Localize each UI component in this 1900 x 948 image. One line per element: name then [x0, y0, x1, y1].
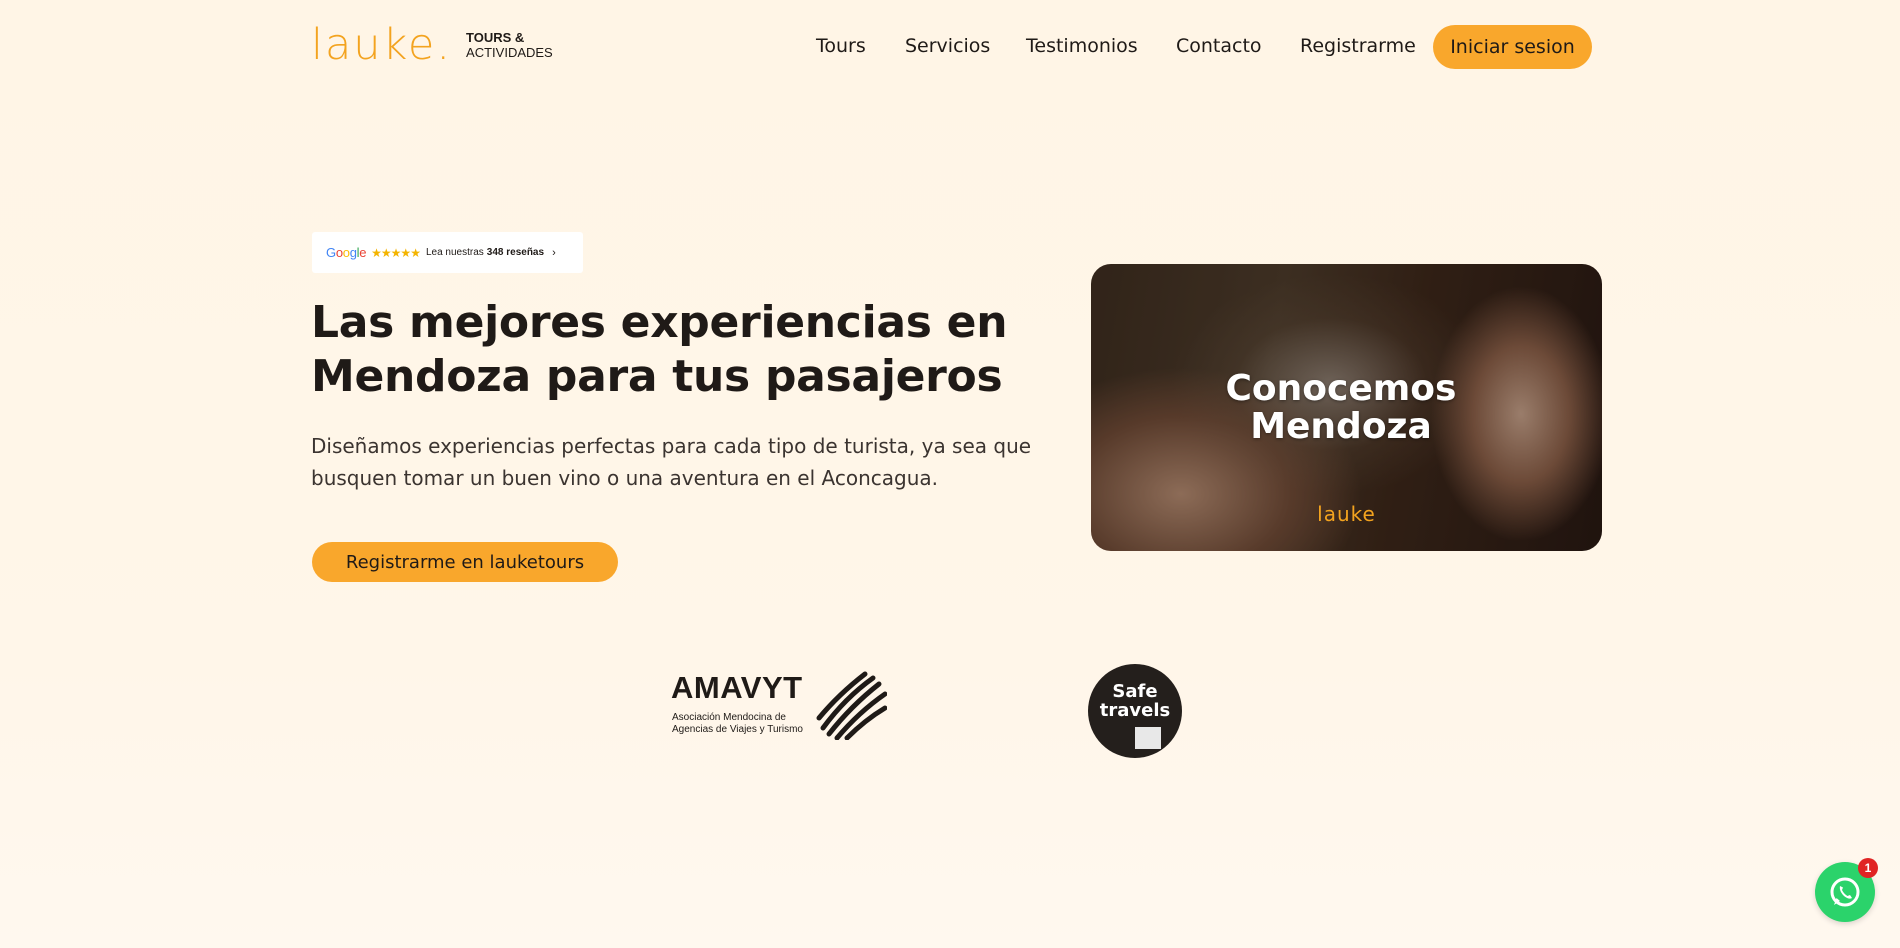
hero-subtitle: Diseñamos experiencias perfectas para ca…: [311, 434, 1032, 490]
amavyt-emblem-icon: [816, 671, 887, 740]
hero-title: Las mejores experiencias en Mendoza para…: [311, 297, 1008, 402]
logo-tagline: TOURS & ACTIVIDADES: [466, 30, 553, 60]
amavyt-logo: AMAVYT Asociación Mendocina de Agencias …: [671, 670, 891, 740]
safe-travels-line2: travels: [1099, 700, 1171, 721]
amavyt-name: AMAVYT: [671, 670, 803, 705]
nav-link-tours[interactable]: Tours: [816, 35, 866, 57]
logo-wordmark: lauke.: [311, 20, 453, 70]
video-logo: lauke: [1317, 502, 1376, 526]
logo-tagline-line2: ACTIVIDADES: [466, 45, 553, 60]
google-reviews-badge[interactable]: Google ★★★★★ Lea nuestras 348 reseñas ›: [312, 232, 583, 273]
whatsapp-icon: [1830, 877, 1860, 907]
nav-link-servicios[interactable]: Servicios: [905, 35, 990, 57]
google-logo: Google: [326, 245, 367, 260]
wttc-stamp-icon: [1135, 727, 1161, 749]
reviews-prefix: Lea nuestras: [425, 247, 484, 258]
top-navbar: lauke. TOURS & ACTIVIDADES Tours Servici…: [0, 0, 1900, 94]
whatsapp-notification-badge: 1: [1858, 858, 1878, 878]
login-button[interactable]: Iniciar sesion: [1433, 25, 1592, 69]
amavyt-subtitle: Asociación Mendocina de Agencias de Viaj…: [672, 712, 803, 735]
logo-tagline-line1: TOURS &: [466, 30, 525, 45]
safe-travels-logo: Safe travels: [1088, 664, 1182, 758]
promo-video[interactable]: Conocemos Mendoza lauke: [1091, 264, 1602, 551]
nav-link-registrarme[interactable]: Registrarme: [1300, 35, 1416, 57]
register-cta-button[interactable]: Registrarme en lauketours: [312, 542, 618, 582]
lauke-logo[interactable]: lauke. TOURS & ACTIVIDADES: [311, 20, 553, 70]
video-title-line2: Mendoza: [1250, 406, 1432, 447]
video-title: Conocemos Mendoza: [1091, 370, 1591, 446]
nav-link-testimonios[interactable]: Testimonios: [1026, 35, 1138, 57]
nav-link-contacto[interactable]: Contacto: [1176, 35, 1262, 57]
star-rating-icon: ★★★★★: [371, 245, 421, 260]
chevron-right-icon: ›: [552, 246, 556, 259]
video-title-line1: Conocemos: [1225, 368, 1457, 409]
reviews-count: 348 reseñas: [486, 247, 545, 258]
safe-travels-line1: Safe: [1112, 681, 1158, 702]
